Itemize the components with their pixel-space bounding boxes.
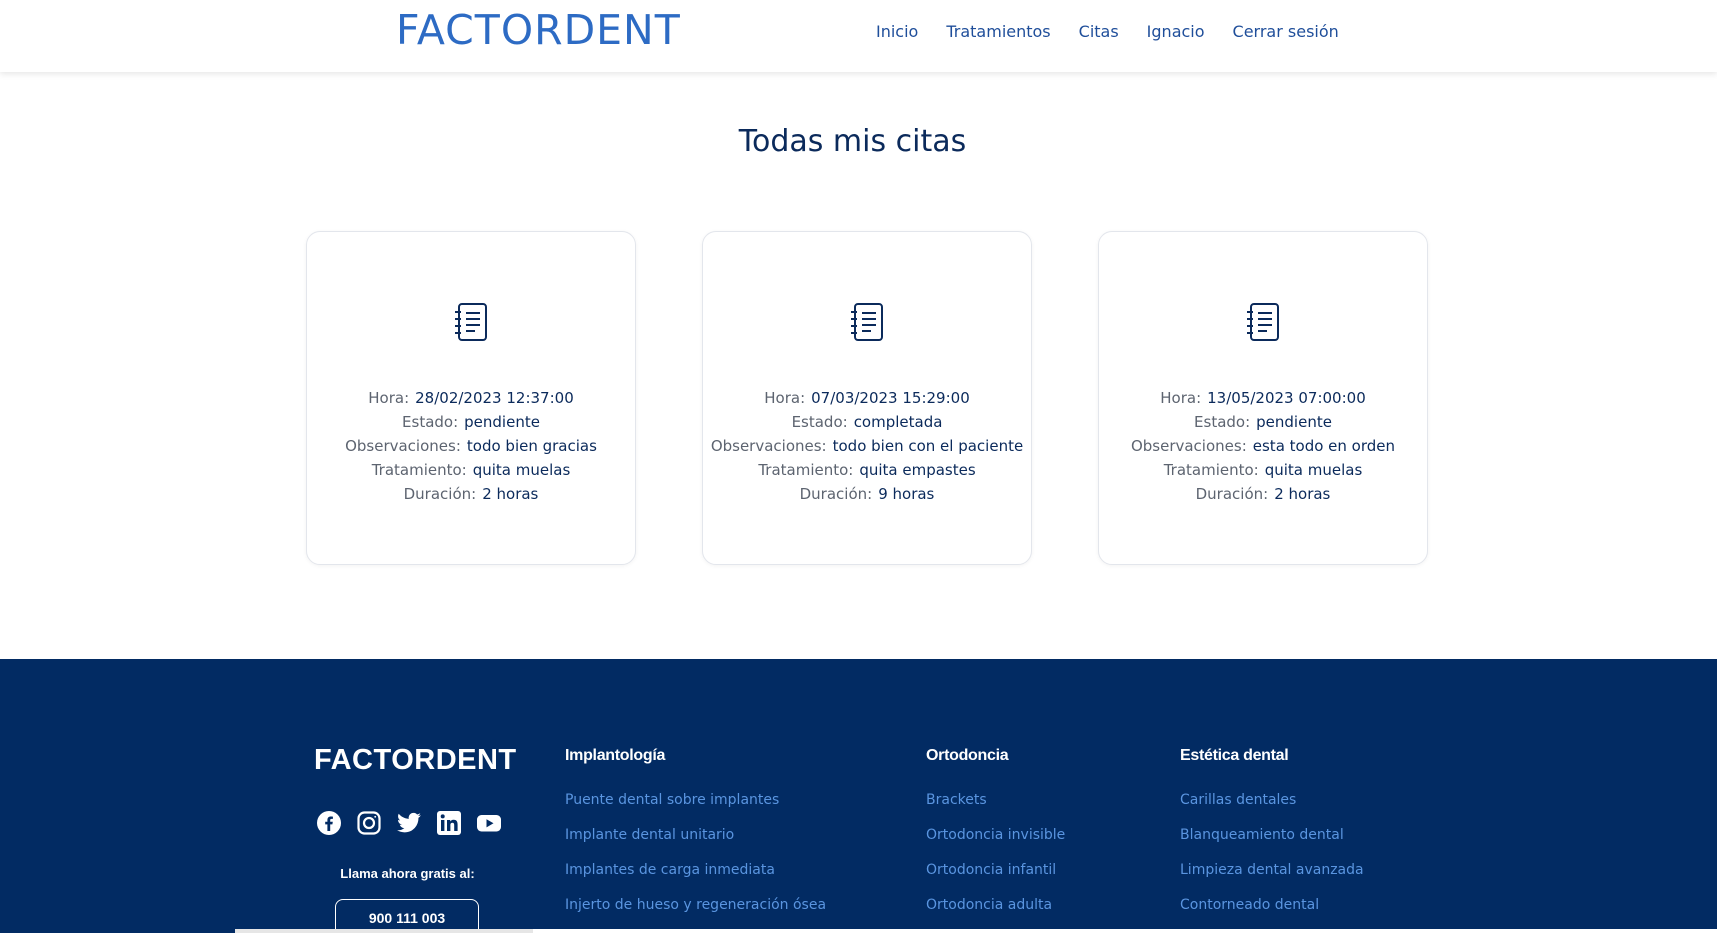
- footer-col-title: Estética dental: [1180, 747, 1289, 764]
- footer-col-implantologia: Implantología Puente dental sobre implan…: [565, 747, 826, 923]
- footer-col-estetica: Estética dental Carillas dentales Blanqu…: [1180, 747, 1364, 923]
- appointment-details: Hora: 07/03/2023 15:29:00 Estado: completa…: [703, 386, 1031, 506]
- value-observaciones: todo bien con el paciente: [832, 437, 1024, 455]
- label-hora: Hora:: [1160, 389, 1202, 407]
- value-hora: 07/03/2023 15:29:00: [811, 389, 970, 407]
- row-observaciones: Observaciones: esta todo en orden: [1099, 434, 1427, 458]
- nav-inicio[interactable]: Inicio: [876, 22, 918, 41]
- brand-logo[interactable]: FACTORDENT: [396, 6, 681, 54]
- label-duracion: Duración:: [799, 485, 873, 503]
- label-hora: Hora:: [764, 389, 806, 407]
- notebook-icon: [1247, 303, 1279, 341]
- label-tratamiento: Tratamiento:: [758, 461, 854, 479]
- label-estado: Estado:: [791, 413, 848, 431]
- call-label: Llama ahora gratis al:: [340, 866, 475, 881]
- footer-link[interactable]: Ortodoncia adulta: [926, 888, 1065, 923]
- label-duracion: Duración:: [1195, 485, 1269, 503]
- nav-user-ignacio[interactable]: Ignacio: [1147, 22, 1205, 41]
- page-title: Todas mis citas: [738, 124, 967, 159]
- row-observaciones: Observaciones: todo bien gracias: [307, 434, 635, 458]
- social-links: [316, 810, 502, 836]
- footer-link[interactable]: Injerto de hueso y regeneración ósea: [565, 888, 826, 923]
- notebook-icon: [455, 303, 487, 341]
- twitter-icon[interactable]: [396, 810, 422, 836]
- horizontal-scrollbar[interactable]: [235, 929, 533, 933]
- row-hora: Hora: 07/03/2023 15:29:00: [703, 386, 1031, 410]
- footer-link[interactable]: Implante dental unitario: [565, 818, 826, 853]
- footer-col-title: Implantología: [565, 747, 666, 764]
- value-estado: completada: [853, 413, 943, 431]
- row-duracion: Duración: 2 horas: [1099, 482, 1427, 506]
- value-observaciones: todo bien gracias: [466, 437, 597, 455]
- row-estado: Estado: pendiente: [1099, 410, 1427, 434]
- label-estado: Estado:: [402, 413, 459, 431]
- nav-tratamientos[interactable]: Tratamientos: [946, 22, 1050, 41]
- instagram-icon[interactable]: [356, 810, 382, 836]
- row-tratamiento: Tratamiento: quita muelas: [307, 458, 635, 482]
- footer-brand: FACTORDENT: [314, 744, 517, 776]
- row-hora: Hora: 28/02/2023 12:37:00: [307, 386, 635, 410]
- phone-button[interactable]: 900 111 003: [335, 899, 479, 933]
- main-nav: Inicio Tratamientos Citas Ignacio Cerrar…: [876, 22, 1339, 41]
- footer-link[interactable]: Brackets: [926, 783, 1065, 818]
- facebook-icon[interactable]: [316, 810, 342, 836]
- appointment-details: Hora: 13/05/2023 07:00:00 Estado: pendient…: [1099, 386, 1427, 506]
- value-tratamiento: quita muelas: [1264, 461, 1363, 479]
- value-duracion: 2 horas: [482, 485, 539, 503]
- row-duracion: Duración: 2 horas: [307, 482, 635, 506]
- site-footer: FACTORDENT Llama ahora gratis al: 900 11…: [0, 659, 1717, 933]
- value-estado: pendiente: [464, 413, 540, 431]
- footer-link[interactable]: Ortodoncia invisible: [926, 818, 1065, 853]
- label-tratamiento: Tratamiento:: [371, 461, 467, 479]
- row-hora: Hora: 13/05/2023 07:00:00: [1099, 386, 1427, 410]
- value-duracion: 2 horas: [1274, 485, 1331, 503]
- nav-citas[interactable]: Citas: [1079, 22, 1119, 41]
- notebook-icon: [851, 303, 883, 341]
- scrollbar-track: [533, 929, 1717, 933]
- value-hora: 28/02/2023 12:37:00: [415, 389, 574, 407]
- label-hora: Hora:: [368, 389, 410, 407]
- row-estado: Estado: pendiente: [307, 410, 635, 434]
- appointment-details: Hora: 28/02/2023 12:37:00 Estado: pendient…: [307, 386, 635, 506]
- value-tratamiento: quita empastes: [859, 461, 976, 479]
- site-header: FACTORDENT Inicio Tratamientos Citas Ign…: [0, 0, 1717, 72]
- label-observaciones: Observaciones:: [345, 437, 461, 455]
- footer-col-title: Ortodoncia: [926, 747, 1009, 764]
- footer-link[interactable]: Contorneado dental: [1180, 888, 1364, 923]
- footer-link[interactable]: Blanqueamiento dental: [1180, 818, 1364, 853]
- footer-link[interactable]: Limpieza dental avanzada: [1180, 853, 1364, 888]
- footer-link[interactable]: Puente dental sobre implantes: [565, 783, 826, 818]
- value-observaciones: esta todo en orden: [1252, 437, 1396, 455]
- appointment-card: Hora: 13/05/2023 07:00:00 Estado: pendient…: [1098, 231, 1428, 565]
- linkedin-icon[interactable]: [436, 810, 462, 836]
- label-observaciones: Observaciones:: [710, 437, 827, 455]
- label-tratamiento: Tratamiento:: [1163, 461, 1259, 479]
- appointments-list: Hora: 28/02/2023 12:37:00 Estado: pendient…: [306, 231, 1428, 565]
- nav-cerrar-sesion[interactable]: Cerrar sesión: [1233, 22, 1339, 41]
- appointment-card: Hora: 28/02/2023 12:37:00 Estado: pendient…: [306, 231, 636, 565]
- value-estado: pendiente: [1256, 413, 1332, 431]
- label-observaciones: Observaciones:: [1130, 437, 1247, 455]
- row-observaciones: Observaciones: todo bien con el paciente: [703, 434, 1031, 458]
- label-duracion: Duración:: [403, 485, 477, 503]
- row-tratamiento: Tratamiento: quita muelas: [1099, 458, 1427, 482]
- label-estado: Estado:: [1194, 413, 1251, 431]
- footer-link[interactable]: Carillas dentales: [1180, 783, 1364, 818]
- youtube-icon[interactable]: [476, 810, 502, 836]
- value-hora: 13/05/2023 07:00:00: [1207, 389, 1366, 407]
- appointment-card: Hora: 07/03/2023 15:29:00 Estado: completa…: [702, 231, 1032, 565]
- value-tratamiento: quita muelas: [472, 461, 571, 479]
- footer-link[interactable]: Implantes de carga inmediata: [565, 853, 826, 888]
- footer-col-ortodoncia: Ortodoncia Brackets Ortodoncia invisible…: [926, 747, 1065, 923]
- row-tratamiento: Tratamiento: quita empastes: [703, 458, 1031, 482]
- row-duracion: Duración: 9 horas: [703, 482, 1031, 506]
- footer-link[interactable]: Ortodoncia infantil: [926, 853, 1065, 888]
- row-estado: Estado: completada: [703, 410, 1031, 434]
- value-duracion: 9 horas: [878, 485, 935, 503]
